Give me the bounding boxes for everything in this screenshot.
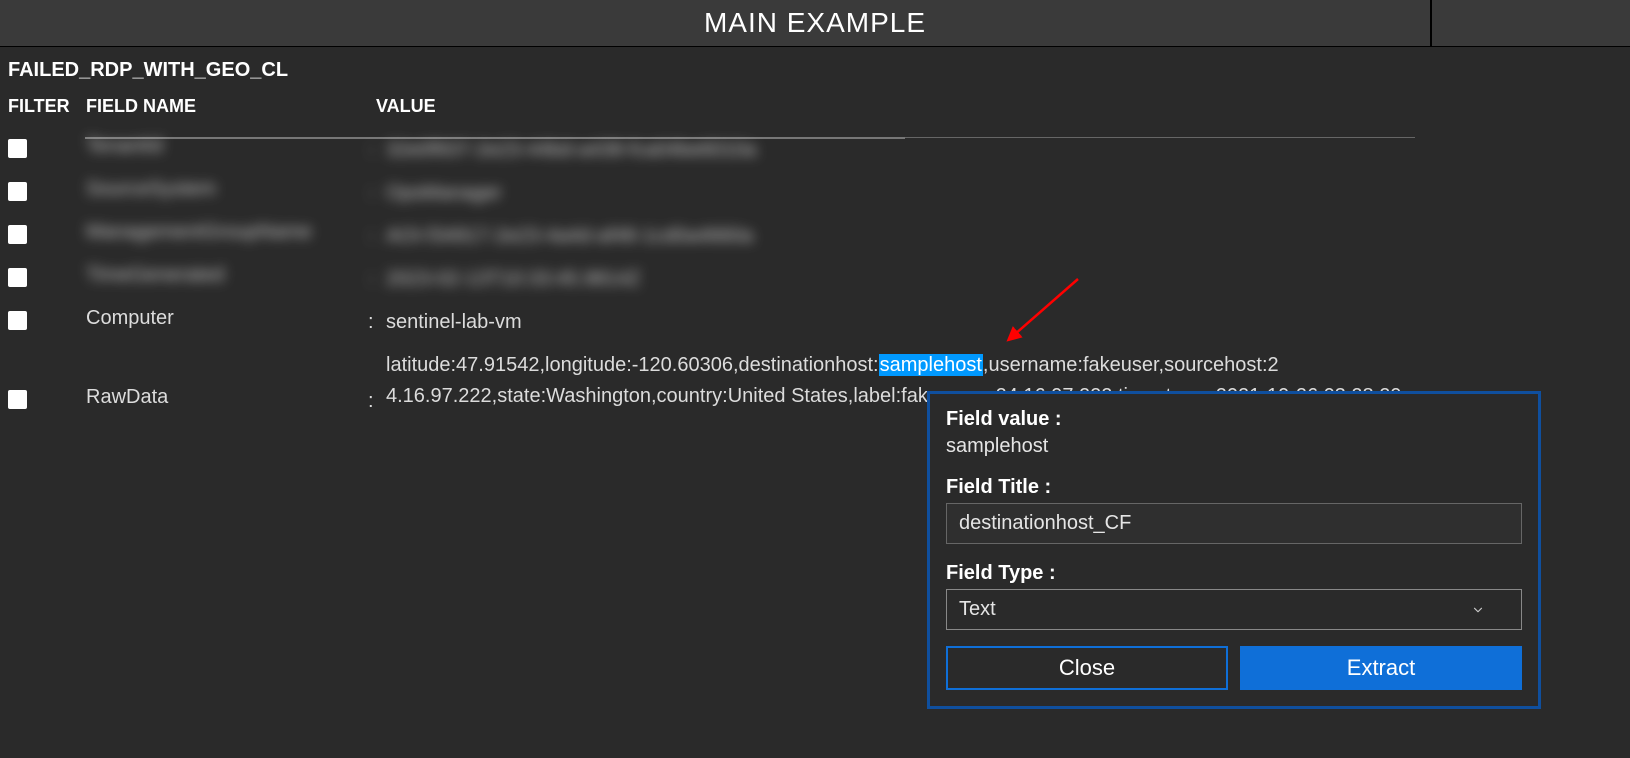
table-row: TimeGenerated : 2023-02-13T10:33:45.9814… bbox=[8, 258, 1622, 301]
filter-checkbox[interactable] bbox=[8, 268, 27, 287]
filter-checkbox[interactable] bbox=[8, 139, 27, 158]
titlebar-divider bbox=[1430, 0, 1432, 46]
column-header-filter: FILTER bbox=[8, 96, 86, 117]
field-value-label: Field value : bbox=[946, 408, 1522, 431]
column-header-value: VALUE bbox=[376, 96, 1622, 117]
field-title-label: Field Title : bbox=[946, 476, 1522, 499]
panel-title: FAILED_RDP_WITH_GEO_CL bbox=[8, 59, 1622, 82]
column-header-name: FIELD NAME bbox=[86, 96, 376, 117]
value-colon: : bbox=[368, 135, 374, 166]
extract-popup: Field value : samplehost Field Title : F… bbox=[927, 391, 1541, 709]
field-value: : 32e0f937-2e23-44bd-a438-fca04be6010a bbox=[386, 135, 1622, 166]
chevron-down-icon bbox=[1471, 603, 1485, 617]
table-row: Computer : sentinel-lab-vm bbox=[8, 301, 1622, 344]
field-name: RawData bbox=[86, 350, 386, 409]
field-name: Computer bbox=[86, 307, 386, 330]
titlebar: MAIN EXAMPLE bbox=[0, 0, 1630, 47]
field-value-text: samplehost bbox=[946, 435, 1522, 458]
filter-checkbox[interactable] bbox=[8, 390, 27, 409]
field-title-input[interactable] bbox=[946, 503, 1522, 544]
value-colon: : bbox=[368, 178, 374, 209]
table-row: TenantId : 32e0f937-2e23-44bd-a438-fca04… bbox=[8, 129, 1622, 172]
filter-checkbox[interactable] bbox=[8, 311, 27, 330]
field-name: ManagementGroupName bbox=[86, 221, 386, 244]
table-row: ManagementGroupName : AOI-f34917-2e23-4a… bbox=[8, 215, 1622, 258]
field-type-selected: Text bbox=[959, 598, 996, 621]
value-colon: : bbox=[368, 221, 374, 252]
filter-checkbox[interactable] bbox=[8, 182, 27, 201]
field-name: TenantId bbox=[86, 135, 386, 158]
close-button[interactable]: Close bbox=[946, 646, 1228, 690]
columns-header: FILTER FIELD NAME VALUE bbox=[8, 96, 1622, 117]
value-colon: : bbox=[368, 386, 374, 417]
popup-buttons: Close Extract bbox=[946, 646, 1522, 690]
field-value: : 2023-02-13T10:33:45.9814Z bbox=[386, 264, 1622, 295]
field-name: TimeGenerated bbox=[86, 264, 386, 287]
rows-container: TenantId : 32e0f937-2e23-44bd-a438-fca04… bbox=[8, 129, 1622, 418]
field-value: : AOI-f34917-2e23-4a4d-af48-1cd0a4660a bbox=[386, 221, 1622, 252]
field-name: SourceSystem bbox=[86, 178, 386, 201]
value-colon: : bbox=[368, 264, 374, 295]
extract-button[interactable]: Extract bbox=[1240, 646, 1522, 690]
table-row: SourceSystem : OpsManager bbox=[8, 172, 1622, 215]
field-value: : sentinel-lab-vm bbox=[386, 307, 1622, 338]
field-value: : OpsManager bbox=[386, 178, 1622, 209]
filter-checkbox[interactable] bbox=[8, 225, 27, 244]
field-type-select[interactable]: Text bbox=[946, 589, 1522, 630]
window-title: MAIN EXAMPLE bbox=[704, 7, 926, 39]
value-colon: : bbox=[368, 307, 374, 338]
field-type-label: Field Type : bbox=[946, 562, 1522, 585]
selected-text[interactable]: samplehost bbox=[879, 354, 983, 376]
